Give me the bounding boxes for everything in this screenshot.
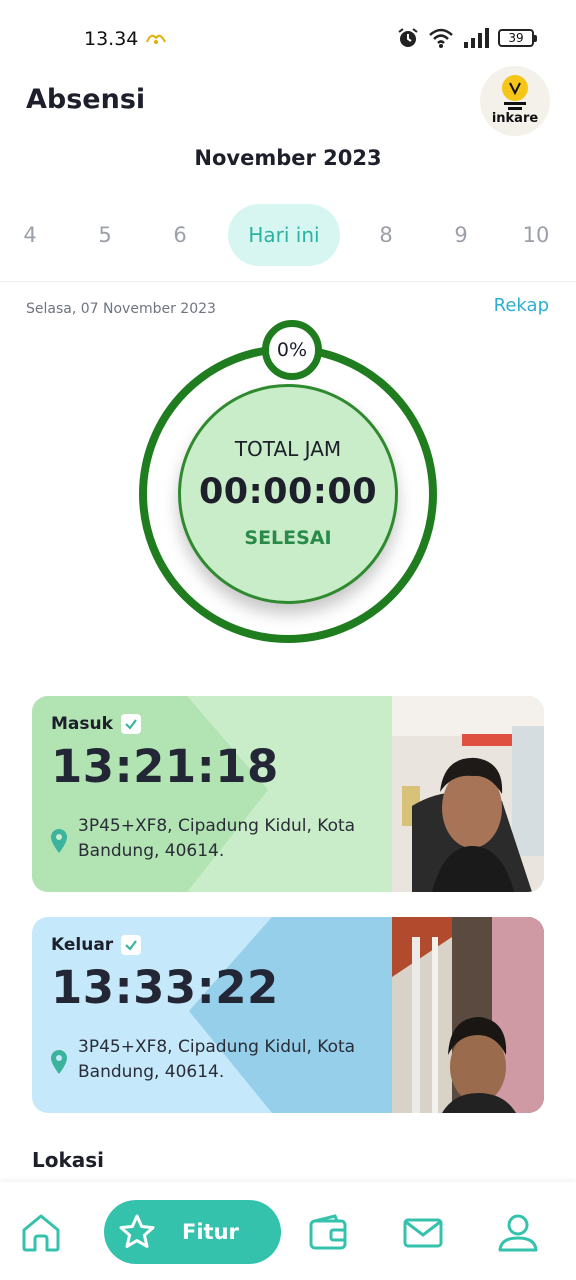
status-icons: 39 <box>397 26 537 50</box>
date-item[interactable]: 10 <box>516 204 556 266</box>
divider <box>0 281 576 282</box>
date-item[interactable]: 6 <box>160 204 200 266</box>
fitur-button[interactable]: Fitur <box>104 1200 281 1264</box>
location-pin-icon <box>51 1050 67 1074</box>
location-pin-icon <box>51 829 67 853</box>
home-icon[interactable] <box>20 1212 62 1254</box>
bottom-navigation: Fitur <box>0 1182 576 1280</box>
avatar-logo-text: inkare <box>491 111 539 126</box>
status-bar: 13.34 39 <box>0 0 576 70</box>
attendance-status: SELESAI <box>244 527 332 549</box>
check-out-time: 13:33:22 <box>51 961 279 1014</box>
check-in-address: 3P45+XF8, Cipadung Kidul, Kota Bandung, … <box>78 816 356 861</box>
signal-icon <box>464 28 489 48</box>
page-title: Absensi <box>26 84 146 115</box>
check-in-time: 13:21:18 <box>51 740 279 793</box>
date-item[interactable]: 9 <box>441 204 481 266</box>
date-strip: 4 5 6 Hari ini 8 9 10 <box>0 204 576 266</box>
avatar[interactable]: inkare <box>480 66 550 136</box>
date-item[interactable]: 8 <box>366 204 406 266</box>
check-in-selfie-photo[interactable] <box>392 696 544 892</box>
date-item[interactable]: 4 <box>10 204 50 266</box>
star-icon <box>119 1214 155 1248</box>
mail-icon[interactable] <box>402 1212 444 1254</box>
check-icon <box>120 714 141 734</box>
check-out-location: 3P45+XF8, Cipadung Kidul, Kota Bandung, … <box>50 1035 380 1085</box>
location-section-title: Lokasi <box>32 1148 105 1172</box>
battery-icon: 39 <box>498 29 537 47</box>
alarm-icon <box>398 28 418 47</box>
check-out-card[interactable]: Keluar 13:33:22 3P45+XF8, Cipadung Kidul… <box>32 917 544 1113</box>
status-time: 13.34 <box>84 28 139 50</box>
date-item[interactable]: 5 <box>85 204 125 266</box>
check-icon <box>121 935 142 955</box>
notification-icon <box>146 34 166 44</box>
fitur-label: Fitur <box>182 1220 239 1244</box>
rekap-link[interactable]: Rekap <box>494 295 549 316</box>
check-out-address: 3P45+XF8, Cipadung Kidul, Kota Bandung, … <box>78 1037 356 1082</box>
date-item-today[interactable]: Hari ini <box>228 204 340 266</box>
progress-percent-badge: 0% <box>262 320 322 380</box>
profile-icon[interactable] <box>497 1212 539 1254</box>
check-out-label: Keluar <box>51 935 114 955</box>
selected-date: Selasa, 07 November 2023 <box>26 301 216 317</box>
wifi-icon <box>429 28 453 48</box>
wallet-icon[interactable] <box>307 1212 349 1254</box>
check-in-label: Masuk <box>51 714 113 734</box>
total-hours-label: TOTAL JAM <box>234 437 342 461</box>
total-hours-value: 00:00:00 <box>198 472 378 512</box>
check-in-card[interactable]: Masuk 13:21:18 3P45+XF8, Cipadung Kidul,… <box>32 696 544 892</box>
check-in-location: 3P45+XF8, Cipadung Kidul, Kota Bandung, … <box>50 814 380 864</box>
check-out-header: Keluar <box>51 935 142 955</box>
check-out-selfie-photo[interactable] <box>392 917 544 1113</box>
check-in-header: Masuk <box>51 714 141 734</box>
month-label[interactable]: November 2023 <box>0 146 576 170</box>
